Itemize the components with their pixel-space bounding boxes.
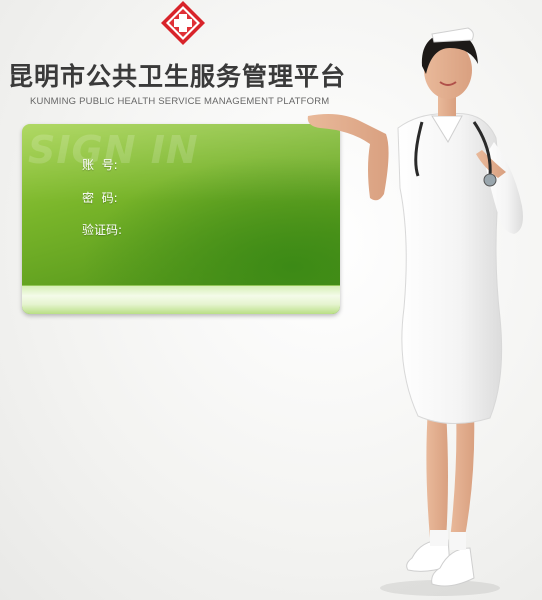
password-field: 密 码: bbox=[82, 187, 278, 207]
captcha-input[interactable] bbox=[128, 219, 283, 239]
account-field: 账 号: bbox=[82, 154, 278, 174]
password-input[interactable] bbox=[123, 187, 278, 207]
nurse-illustration bbox=[307, 27, 523, 596]
account-label: 账 号: bbox=[82, 157, 118, 172]
captcha-label: 验证码: bbox=[82, 222, 123, 237]
captcha-field: 验证码: bbox=[82, 219, 283, 239]
red-cross-icon bbox=[161, 1, 205, 45]
account-input[interactable] bbox=[123, 154, 278, 174]
page-subtitle: KUNMING PUBLIC HEALTH SERVICE MANAGEMENT… bbox=[30, 96, 330, 107]
panel-footer bbox=[22, 285, 340, 314]
login-panel: SIGN IN 账 号: 密 码: 验证码: bbox=[22, 124, 340, 314]
password-label: 密 码: bbox=[82, 190, 118, 205]
